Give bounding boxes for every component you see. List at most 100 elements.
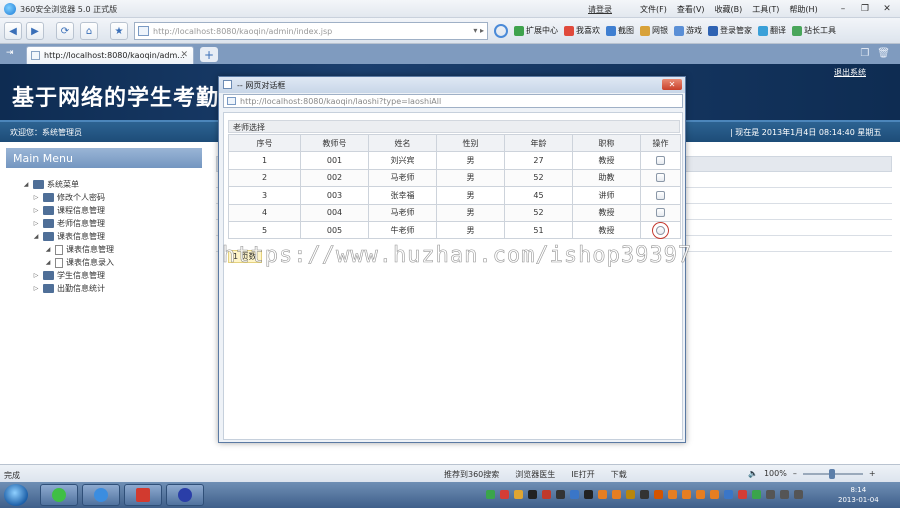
menu-favorites[interactable]: 收藏(B) xyxy=(715,4,743,15)
tree-expander-icon[interactable]: ▷ xyxy=(32,194,40,201)
extension-center-button[interactable]: 扩展中心 xyxy=(514,25,558,36)
tree-expander-icon[interactable]: ▷ xyxy=(32,272,40,279)
tray-icon[interactable] xyxy=(486,490,495,499)
address-dropdown-icon[interactable]: ▾ ▸ xyxy=(473,26,484,35)
tray-icon[interactable] xyxy=(612,490,621,499)
zoom-in-icon[interactable]: + xyxy=(869,469,876,478)
table-cell: 教授 xyxy=(572,151,641,170)
translate-button[interactable]: 翻译 xyxy=(758,25,786,36)
download-button[interactable]: 下载 xyxy=(611,469,627,480)
logout-link[interactable]: 退出系统 xyxy=(834,67,866,78)
browser-doctor-button[interactable]: 浏览器医生 xyxy=(515,469,555,480)
select-teacher-radio[interactable] xyxy=(656,208,665,218)
tree-expander-icon[interactable]: ▷ xyxy=(32,207,40,214)
taskbar-app-red[interactable] xyxy=(124,484,162,506)
tray-icon[interactable] xyxy=(584,490,593,499)
tree-expander-icon[interactable]: ◢ xyxy=(32,233,40,240)
tree-expander-icon[interactable]: ◢ xyxy=(44,259,52,266)
tree-item[interactable]: ◢ 课表信息录入 xyxy=(22,256,114,269)
tree-expander-icon[interactable]: ◢ xyxy=(44,246,52,253)
tray-icon[interactable] xyxy=(710,490,719,499)
tree-item[interactable]: ◢ 课表信息管理 xyxy=(22,230,114,243)
tree-item[interactable]: ▷ 修改个人密码 xyxy=(22,191,114,204)
taskbar-app-blue[interactable] xyxy=(166,484,204,506)
tray-icon[interactable] xyxy=(724,490,733,499)
dialog-close-button[interactable]: ✕ xyxy=(662,79,682,90)
refresh-button[interactable]: ⟳ xyxy=(56,22,74,40)
zoom-slider-thumb[interactable] xyxy=(828,468,835,479)
forward-button[interactable]: ▶ xyxy=(26,22,44,40)
select-teacher-radio[interactable] xyxy=(656,225,665,235)
open-in-ie-button[interactable]: IE打开 xyxy=(571,469,594,480)
tab-page-icon xyxy=(31,51,40,60)
home-button[interactable]: ⌂ xyxy=(80,22,98,40)
online-bank-button[interactable]: 网银 xyxy=(640,25,668,36)
tree-item[interactable]: ▷ 课程信息管理 xyxy=(22,204,114,217)
recommend-search-button[interactable]: 推荐到360搜索 xyxy=(444,469,499,480)
tree-item[interactable]: ▷ 学生信息管理 xyxy=(22,269,114,282)
select-teacher-radio[interactable] xyxy=(656,156,665,166)
minimize-icon[interactable]: – xyxy=(834,2,852,15)
system-clock[interactable]: 8:14 2013-01-04 xyxy=(838,485,879,505)
tray-icon[interactable] xyxy=(780,490,789,499)
tray-icon[interactable] xyxy=(626,490,635,499)
login-manager-button[interactable]: 登录管家 xyxy=(708,25,752,36)
tree-item[interactable]: ▷ 老师信息管理 xyxy=(22,217,114,230)
tray-icon[interactable] xyxy=(766,490,775,499)
login-link[interactable]: 请登录 xyxy=(588,4,612,15)
back-button[interactable]: ◀ xyxy=(4,22,22,40)
tray-icon[interactable] xyxy=(514,490,523,499)
tab-close-icon[interactable]: ✕ xyxy=(180,50,188,60)
trash-icon[interactable]: 🗑 xyxy=(877,48,890,59)
menu-view[interactable]: 查看(V) xyxy=(677,4,705,15)
tray-icon[interactable] xyxy=(752,490,761,499)
zoom-level[interactable]: 100% xyxy=(764,469,787,478)
screenshot-button[interactable]: 截图 xyxy=(606,25,634,36)
table-cell-action xyxy=(640,203,681,222)
zoom-slider[interactable] xyxy=(802,468,863,479)
security-shield-icon[interactable] xyxy=(494,24,508,38)
select-teacher-radio[interactable] xyxy=(656,190,665,200)
tray-icon[interactable] xyxy=(682,490,691,499)
start-button[interactable] xyxy=(4,484,28,506)
tray-icon[interactable] xyxy=(738,490,747,499)
tree-item[interactable]: ▷ 出勤信息统计 xyxy=(22,282,114,295)
menu-tools[interactable]: 工具(T) xyxy=(752,4,779,15)
menu-file[interactable]: 文件(F) xyxy=(640,4,667,15)
table-cell: 男 xyxy=(436,220,505,240)
volume-icon[interactable]: 🔈 xyxy=(748,469,758,478)
tab-current[interactable]: http://localhost:8080/kaoqin/adm... ✕ xyxy=(26,46,194,64)
tray-icon[interactable] xyxy=(640,490,649,499)
tray-icon[interactable] xyxy=(598,490,607,499)
zoom-out-icon[interactable]: – xyxy=(793,469,797,478)
tree-expander-icon[interactable]: ▷ xyxy=(32,220,40,227)
tray-icon[interactable] xyxy=(654,490,663,499)
close-icon[interactable]: ✕ xyxy=(878,2,896,15)
tree-item[interactable]: ◢ 课表信息管理 xyxy=(22,243,114,256)
tray-icon[interactable] xyxy=(668,490,677,499)
tree-expander-icon[interactable]: ▷ xyxy=(32,285,40,292)
tray-icon[interactable] xyxy=(696,490,705,499)
sidebar-toggle-icon[interactable]: ⇥ xyxy=(6,48,14,58)
webmaster-tools-button[interactable]: 站长工具 xyxy=(792,25,836,36)
tray-icon[interactable] xyxy=(794,490,803,499)
tray-icon[interactable] xyxy=(500,490,509,499)
menu-help[interactable]: 帮助(H) xyxy=(789,4,817,15)
tab-restore-icon[interactable]: ❐ xyxy=(860,48,869,59)
like-button[interactable]: 我喜欢 xyxy=(564,25,600,36)
favorite-star-button[interactable]: ★ xyxy=(110,22,128,40)
tray-icon[interactable] xyxy=(570,490,579,499)
taskbar-ie[interactable] xyxy=(82,484,120,506)
tray-icon[interactable] xyxy=(542,490,551,499)
taskbar-360-browser[interactable] xyxy=(40,484,78,506)
tray-icon[interactable] xyxy=(556,490,565,499)
tree-expander-icon[interactable]: ◢ xyxy=(22,181,30,188)
new-tab-button[interactable]: + xyxy=(200,47,218,62)
select-teacher-radio[interactable] xyxy=(656,173,665,183)
tray-icon[interactable] xyxy=(528,490,537,499)
table-cell: 刘兴宾 xyxy=(368,151,437,170)
games-button[interactable]: 游戏 xyxy=(674,25,702,36)
tree-item[interactable]: ◢ 系统菜单 xyxy=(22,178,114,191)
restore-icon[interactable]: ❐ xyxy=(856,2,874,15)
address-bar[interactable]: http://localhost:8080/kaoqin/admin/index… xyxy=(134,22,488,40)
